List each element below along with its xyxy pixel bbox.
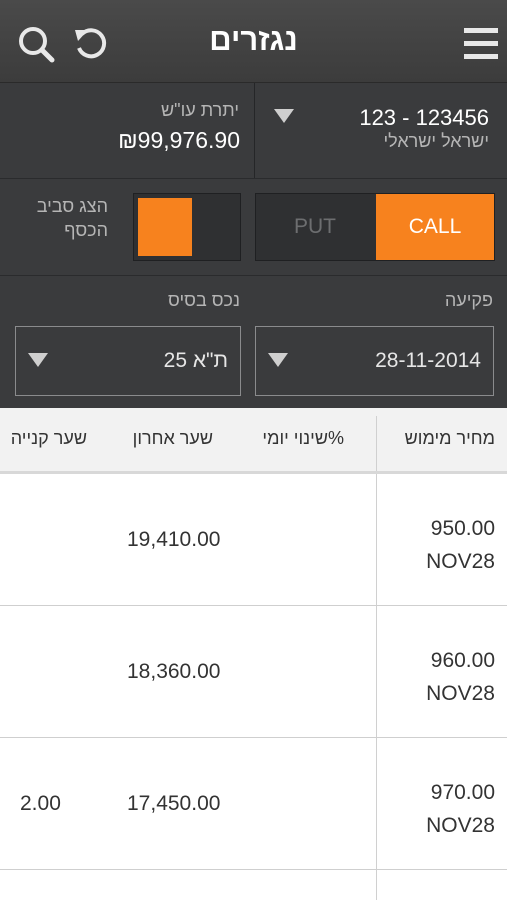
menu-icon[interactable] <box>464 27 498 61</box>
column-divider <box>376 606 377 737</box>
strike-month: NOV28 <box>426 814 495 837</box>
balance-label: יתרת עו"ש <box>161 100 239 120</box>
column-divider <box>376 870 377 900</box>
strike-cell: 950.00 NOV28 <box>426 512 495 578</box>
col-header-last-price[interactable]: שער אחרון <box>133 428 213 449</box>
underlying-dropdown-icon <box>28 353 48 367</box>
strike-month: NOV28 <box>426 682 495 705</box>
expiry-dropdown-icon <box>268 353 288 367</box>
money-label-line2: הכסף <box>64 220 108 240</box>
show-around-money-label: הצג סביב הכסף <box>37 194 108 242</box>
underlying-value: ת"א 25 <box>163 349 228 372</box>
page-title: נגזרים <box>209 22 298 57</box>
last-price-cell: 17,450.00 <box>127 792 221 815</box>
expiry-label: פקיעה <box>444 290 493 310</box>
app-header: נגזרים <box>0 0 507 83</box>
strike-price: 960.00 <box>430 649 495 672</box>
strike-price: 970.00 <box>430 781 495 804</box>
table-row[interactable]: 960.00 NOV28 18,360.00 <box>0 606 507 738</box>
table-row[interactable]: 950.00 NOV28 19,410.00 <box>0 474 507 606</box>
money-label-line1: הצג סביב <box>36 196 108 216</box>
col-header-strike[interactable]: מחיר מימוש <box>405 428 495 449</box>
underlying-label: נכס בסיס <box>168 290 240 310</box>
bid-cell: 2.00 <box>20 792 61 815</box>
table-row[interactable]: 970.00 NOV28 17,450.00 2.00 <box>0 738 507 870</box>
account-number: 123 - 123456 <box>359 105 489 130</box>
strike-month: NOV28 <box>426 550 495 573</box>
strike-cell: 970.00 NOV28 <box>426 776 495 842</box>
account-selector[interactable]: 123 - 123456 ישראל ישראלי <box>255 83 507 178</box>
expiry-value: 28-11-2014 <box>375 349 481 372</box>
last-price-cell: 19,410.00 <box>127 528 221 551</box>
option-type-toggle[interactable]: PUT CALL <box>255 193 495 261</box>
switch-knob <box>138 198 192 256</box>
col-header-bid[interactable]: שער קנייה <box>11 428 87 449</box>
put-button[interactable]: PUT <box>256 194 374 260</box>
underlying-select[interactable]: ת"א 25 <box>15 326 241 396</box>
column-divider <box>376 738 377 869</box>
show-around-money-switch[interactable] <box>133 193 241 261</box>
strike-price: 950.00 <box>430 517 495 540</box>
account-dropdown-icon[interactable] <box>274 109 294 123</box>
account-name: ישראל ישראלי <box>383 131 490 151</box>
column-divider <box>376 416 377 471</box>
balance-value: ₪99,976.90 <box>118 127 240 153</box>
call-button[interactable]: CALL <box>376 194 494 260</box>
last-price-cell: 18,360.00 <box>127 660 221 683</box>
strike-cell: 960.00 NOV28 <box>426 644 495 710</box>
expiry-select[interactable]: 28-11-2014 <box>255 326 494 396</box>
table-header: מחיר מימוש שינוי יומי% שער אחרון שער קני… <box>0 408 507 474</box>
col-header-daily-change[interactable]: שינוי יומי% <box>262 428 344 449</box>
column-divider <box>376 474 377 605</box>
